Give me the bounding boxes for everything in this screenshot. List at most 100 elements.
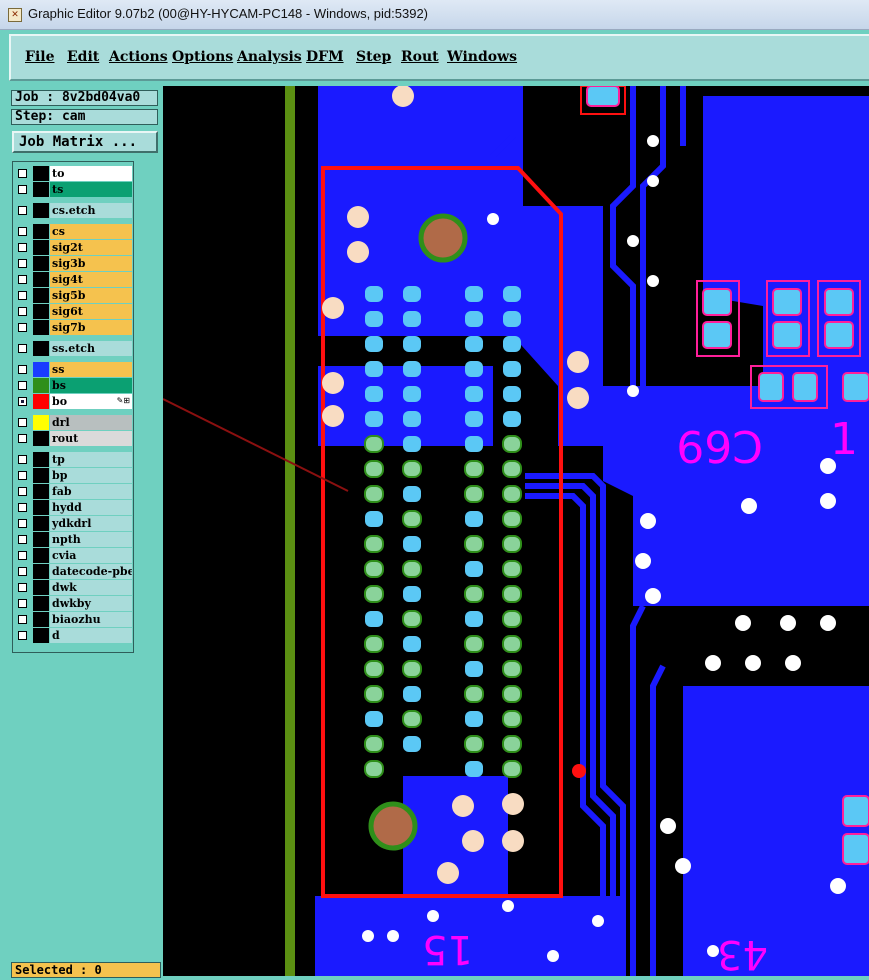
layer-row-cvia[interactable]: cvia	[15, 548, 132, 563]
layer-name[interactable]: datecode-pbe	[50, 564, 132, 579]
layer-color-swatch[interactable]	[33, 240, 49, 255]
layer-name[interactable]: cs.etch	[50, 203, 132, 218]
layer-color-swatch[interactable]	[33, 256, 49, 271]
layer-checkbox[interactable]	[18, 227, 27, 236]
layer-row-ss.etch[interactable]: ss.etch	[15, 341, 132, 356]
layer-color-swatch[interactable]	[33, 612, 49, 627]
layer-checkbox[interactable]	[18, 344, 27, 353]
layer-row-rout[interactable]: rout	[15, 431, 132, 446]
layer-color-swatch[interactable]	[33, 431, 49, 446]
layer-checkbox[interactable]	[18, 243, 27, 252]
layer-color-swatch[interactable]	[33, 341, 49, 356]
layer-name[interactable]: sig5b	[50, 288, 132, 303]
layer-row-cs[interactable]: cs	[15, 224, 132, 239]
menu-options[interactable]: Options	[172, 49, 233, 65]
layer-color-swatch[interactable]	[33, 304, 49, 319]
layer-color-swatch[interactable]	[33, 484, 49, 499]
layer-checkbox[interactable]	[18, 169, 27, 178]
layer-row-datecode-pbe[interactable]: datecode-pbe	[15, 564, 132, 579]
layer-row-d[interactable]: d	[15, 628, 132, 643]
layer-color-swatch[interactable]	[33, 564, 49, 579]
layer-row-ss[interactable]: ss	[15, 362, 132, 377]
layer-color-swatch[interactable]	[33, 182, 49, 197]
layer-checkbox[interactable]	[18, 323, 27, 332]
layer-name[interactable]: ss.etch	[50, 341, 132, 356]
layer-row-hydd[interactable]: hydd	[15, 500, 132, 515]
layer-name[interactable]: sig4t	[50, 272, 132, 287]
layer-checkbox[interactable]	[18, 275, 27, 284]
layer-row-npth[interactable]: npth	[15, 532, 132, 547]
layer-name[interactable]: sig3b	[50, 256, 132, 271]
layer-name[interactable]: ss	[50, 362, 132, 377]
layer-row-biaozhu[interactable]: biaozhu	[15, 612, 132, 627]
layer-checkbox[interactable]	[18, 615, 27, 624]
layer-row-sig4t[interactable]: sig4t	[15, 272, 132, 287]
layer-checkbox[interactable]	[18, 631, 27, 640]
menu-analysis[interactable]: Analysis	[237, 49, 302, 65]
layer-name[interactable]: bs	[50, 378, 132, 393]
layer-color-swatch[interactable]	[33, 272, 49, 287]
layer-checkbox[interactable]	[18, 583, 27, 592]
layer-checkbox[interactable]	[18, 206, 27, 215]
menu-step[interactable]: Step	[356, 49, 391, 65]
layer-color-swatch[interactable]	[33, 628, 49, 643]
layer-row-bo[interactable]: bo ✎⊞	[15, 394, 132, 409]
layer-checkbox[interactable]	[18, 259, 27, 268]
layer-color-swatch[interactable]	[33, 362, 49, 377]
layer-row-fab[interactable]: fab	[15, 484, 132, 499]
layer-checkbox[interactable]	[18, 434, 27, 443]
layer-checkbox[interactable]	[18, 397, 27, 406]
pcb-view[interactable]: C69 1 15 43	[162, 85, 869, 977]
layer-color-swatch[interactable]	[33, 516, 49, 531]
layer-row-sig7b[interactable]: sig7b	[15, 320, 132, 335]
layer-name[interactable]: rout	[50, 431, 132, 446]
layer-checkbox[interactable]	[18, 471, 27, 480]
layer-name[interactable]: ts	[50, 182, 132, 197]
layer-color-swatch[interactable]	[33, 224, 49, 239]
layer-row-dwkby[interactable]: dwkby	[15, 596, 132, 611]
layer-name[interactable]: drl	[50, 415, 132, 430]
layer-color-swatch[interactable]	[33, 378, 49, 393]
layer-checkbox[interactable]	[18, 365, 27, 374]
layer-row-to[interactable]: to	[15, 166, 132, 181]
layer-checkbox[interactable]	[18, 519, 27, 528]
layer-color-swatch[interactable]	[33, 580, 49, 595]
layer-name[interactable]: ydkdrl	[50, 516, 132, 531]
layer-color-swatch[interactable]	[33, 203, 49, 218]
layer-name[interactable]: biaozhu	[50, 612, 132, 627]
layer-name[interactable]: dwk	[50, 580, 132, 595]
layer-color-swatch[interactable]	[33, 394, 49, 409]
layer-row-ts[interactable]: ts	[15, 182, 132, 197]
layer-color-swatch[interactable]	[33, 468, 49, 483]
layer-color-swatch[interactable]	[33, 288, 49, 303]
menu-actions[interactable]: Actions	[109, 49, 168, 65]
layer-name[interactable]: to	[50, 166, 132, 181]
layer-row-drl[interactable]: drl	[15, 415, 132, 430]
layer-checkbox[interactable]	[18, 185, 27, 194]
layer-row-sig6t[interactable]: sig6t	[15, 304, 132, 319]
layer-checkbox[interactable]	[18, 567, 27, 576]
layer-name[interactable]: dwkby	[50, 596, 132, 611]
layer-row-dwk[interactable]: dwk	[15, 580, 132, 595]
menu-rout[interactable]: Rout	[401, 49, 439, 65]
graphic-canvas[interactable]: C69 1 15 43	[162, 85, 869, 977]
layer-row-sig3b[interactable]: sig3b	[15, 256, 132, 271]
app-icon[interactable]: ✕	[8, 8, 22, 22]
layer-color-swatch[interactable]	[33, 532, 49, 547]
layer-color-swatch[interactable]	[33, 548, 49, 563]
layer-name[interactable]: sig2t	[50, 240, 132, 255]
layer-color-swatch[interactable]	[33, 415, 49, 430]
layer-name[interactable]: hydd	[50, 500, 132, 515]
menu-edit[interactable]: Edit	[67, 49, 99, 65]
layer-name[interactable]: npth	[50, 532, 132, 547]
layer-name[interactable]: cvia	[50, 548, 132, 563]
layer-color-swatch[interactable]	[33, 596, 49, 611]
layer-edit-icon[interactable]: ✎⊞	[117, 396, 130, 405]
layer-checkbox[interactable]	[18, 291, 27, 300]
menu-file[interactable]: File	[25, 49, 54, 65]
layer-checkbox[interactable]	[18, 455, 27, 464]
layer-checkbox[interactable]	[18, 418, 27, 427]
layer-checkbox[interactable]	[18, 381, 27, 390]
layer-row-sig2t[interactable]: sig2t	[15, 240, 132, 255]
layer-checkbox[interactable]	[18, 599, 27, 608]
